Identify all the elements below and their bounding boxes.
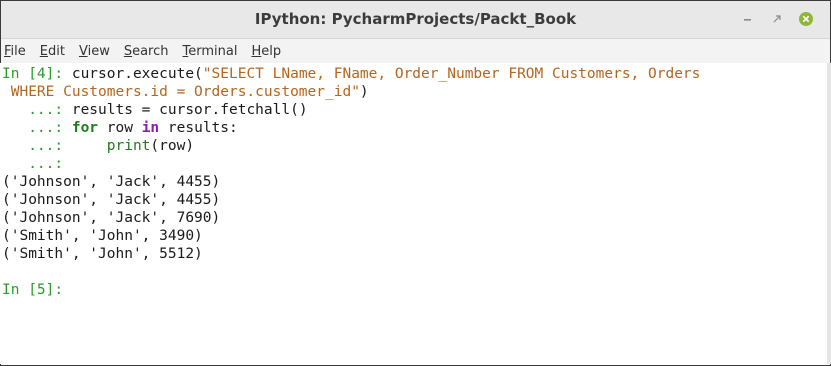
- terminal-output[interactable]: In [4]: cursor.execute("SELECT LName, FN…: [0, 63, 829, 299]
- keyword-in: in: [141, 120, 160, 136]
- code-close-paren: ): [359, 84, 369, 100]
- continuation-prompt: ...:: [2, 120, 72, 136]
- scrollbar[interactable]: [827, 63, 831, 364]
- menu-help[interactable]: Help: [251, 44, 281, 59]
- terminal-area[interactable]: In [4]: cursor.execute("SELECT LName, FN…: [0, 63, 829, 364]
- code-row: row: [98, 120, 142, 136]
- menu-search[interactable]: Search: [124, 44, 169, 59]
- minimize-button[interactable]: [737, 8, 759, 30]
- keyword-for: for: [71, 120, 99, 136]
- prompt-in-4: In [4]:: [2, 66, 72, 82]
- output-line: ('Johnson', 'Jack', 7690): [2, 210, 221, 226]
- title-bar[interactable]: IPython: PycharmProjects/Packt_Book: [1, 1, 830, 39]
- close-icon: [799, 12, 813, 26]
- continuation-line-for: ...: for row in results:: [2, 120, 238, 136]
- input-line-4-wrap: WHERE Customers.id = Orders.customer_id"…: [2, 84, 369, 100]
- code-results-assign: results = cursor.fetchall(): [71, 102, 308, 118]
- continuation-line-results: ...: results = cursor.fetchall(): [2, 102, 308, 118]
- menu-file[interactable]: File: [4, 44, 26, 59]
- code-results-colon: results:: [159, 120, 238, 136]
- window-title: IPython: PycharmProjects/Packt_Book: [254, 10, 577, 28]
- maximize-icon: [773, 15, 781, 23]
- close-button[interactable]: [795, 8, 817, 30]
- output-line: ('Smith', 'John', 3490): [2, 228, 203, 244]
- code-print-args: (row): [150, 138, 195, 154]
- menu-view[interactable]: View: [79, 44, 110, 59]
- continuation-line-empty: ...:: [2, 156, 64, 172]
- menu-edit[interactable]: Edit: [40, 44, 65, 59]
- sql-string-line-2: WHERE Customers.id = Orders.customer_id": [2, 84, 360, 100]
- sql-string-line-1: "SELECT LName, FName, Order_Number FROM …: [202, 66, 701, 82]
- builtin-print: print: [106, 138, 151, 154]
- output-line: ('Johnson', 'Jack', 4455): [2, 192, 221, 208]
- minimize-icon: [744, 19, 751, 21]
- output-line: ('Johnson', 'Jack', 4455): [2, 174, 221, 190]
- maximize-button[interactable]: [766, 8, 788, 30]
- continuation-prompt: ...:: [2, 138, 72, 154]
- continuation-line-print: ...: print(row): [2, 138, 194, 154]
- code-call: cursor.execute(: [71, 66, 203, 82]
- menu-bar: File Edit View Search Terminal Help: [1, 39, 830, 64]
- prompt-in-5: In [5]:: [2, 282, 64, 298]
- input-line-4: In [4]: cursor.execute("SELECT LName, FN…: [2, 66, 700, 82]
- output-line: ('Smith', 'John', 5512): [2, 246, 203, 262]
- menu-terminal[interactable]: Terminal: [183, 44, 238, 59]
- continuation-prompt: ...:: [2, 102, 72, 118]
